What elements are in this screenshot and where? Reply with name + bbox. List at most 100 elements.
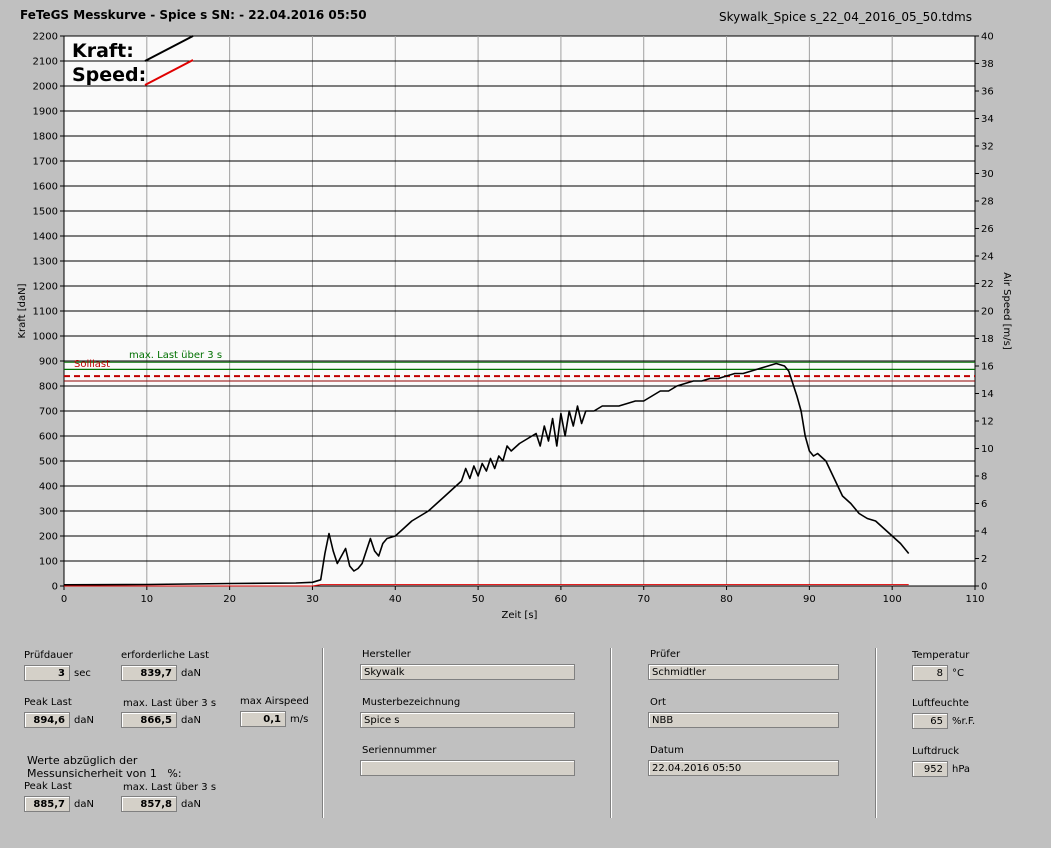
y2-tick-label: 40 <box>981 32 994 43</box>
y-tick-label: 1400 <box>33 232 58 243</box>
pruefdauer-value: 3 <box>24 665 70 681</box>
y-tick-label: 100 <box>39 557 58 568</box>
peak-last-corrected-value: 885,7 <box>24 796 70 812</box>
x-tick-label: 70 <box>637 594 650 605</box>
hersteller-field[interactable]: Skywalk <box>360 664 575 680</box>
temperatur-value: 8 <box>912 665 948 681</box>
x-tick-label: 0 <box>61 594 67 605</box>
max-last-corrected-value: 857,8 <box>121 796 177 812</box>
max-airspeed-unit: m/s <box>290 714 309 725</box>
ort-field[interactable]: NBB <box>648 712 839 728</box>
y2-tick-label: 36 <box>981 87 994 98</box>
max-airspeed-value: 0,1 <box>240 711 286 727</box>
luftfeuchte-value: 65 <box>912 713 948 729</box>
y-tick-label: 1700 <box>33 157 58 168</box>
uncertainty-note: Werte abzüglich der Messunsicherheit von… <box>27 754 182 780</box>
separator <box>610 648 612 818</box>
x-tick-label: 100 <box>883 594 902 605</box>
y-tick-label: 1900 <box>33 107 58 118</box>
solllast-annotation: Solllast <box>74 359 110 370</box>
y-tick-label: 1300 <box>33 257 58 268</box>
x-tick-label: 40 <box>389 594 402 605</box>
separator <box>875 648 877 818</box>
seriennummer-label: Seriennummer <box>362 745 437 756</box>
max-last-unit: daN <box>181 715 201 726</box>
y-tick-label: 900 <box>39 357 58 368</box>
x-tick-label: 50 <box>472 594 485 605</box>
y-tick-label: 300 <box>39 507 58 518</box>
max-last-label: max. Last über 3 s <box>123 698 217 709</box>
max-airspeed-label: max Airspeed <box>240 696 309 707</box>
max-last-annotation: max. Last über 3 s <box>129 350 222 361</box>
datum-field[interactable]: 22.04.2016 05:50 <box>648 760 839 776</box>
x-tick-label: 20 <box>223 594 236 605</box>
max-last-corrected-unit: daN <box>181 799 201 810</box>
y2-tick-label: 22 <box>981 279 994 290</box>
y2-tick-label: 34 <box>981 114 994 125</box>
y2-tick-label: 28 <box>981 197 994 208</box>
peak-last-value: 894,6 <box>24 712 70 728</box>
peak-last-unit: daN <box>74 715 94 726</box>
temperatur-unit: °C <box>952 668 964 679</box>
y2-tick-label: 38 <box>981 59 994 70</box>
luftdruck-label: Luftdruck <box>912 746 960 757</box>
y-tick-label: 2200 <box>33 32 58 43</box>
y-tick-label: 700 <box>39 407 58 418</box>
pruefdauer-label: Prüfdauer <box>24 650 73 661</box>
ort-label: Ort <box>650 697 666 708</box>
pruefer-field[interactable]: Schmidtler <box>648 664 839 680</box>
peak-last-corrected-label: Peak Last <box>24 781 72 792</box>
y2-tick-label: 14 <box>981 389 994 400</box>
erforderliche-last-label: erforderliche Last <box>121 650 210 661</box>
y-tick-label: 400 <box>39 482 58 493</box>
y-tick-label: 500 <box>39 457 58 468</box>
peak-last-label: Peak Last <box>24 697 72 708</box>
x-tick-label: 60 <box>555 594 568 605</box>
y-tick-label: 2100 <box>33 57 58 68</box>
erforderliche-last-unit: daN <box>181 668 201 679</box>
pruefer-label: Prüfer <box>650 649 681 660</box>
erforderliche-last-value: 839,7 <box>121 665 177 681</box>
y-tick-label: 1500 <box>33 207 58 218</box>
peak-last-corrected-unit: daN <box>74 799 94 810</box>
musterbezeichnung-label: Musterbezeichnung <box>362 697 461 708</box>
hersteller-label: Hersteller <box>362 649 411 660</box>
y-tick-label: 1000 <box>33 332 58 343</box>
y-tick-label: 200 <box>39 532 58 543</box>
seriennummer-field[interactable] <box>360 760 575 776</box>
y2-tick-label: 6 <box>981 499 987 510</box>
y2-tick-label: 10 <box>981 444 994 455</box>
y-tick-label: 1600 <box>33 182 58 193</box>
datum-label: Datum <box>650 745 684 756</box>
max-last-corrected-label: max. Last über 3 s <box>123 782 217 793</box>
y-tick-label: 1800 <box>33 132 58 143</box>
x-axis-label: Zeit [s] <box>502 610 538 621</box>
y2-tick-label: 30 <box>981 169 994 180</box>
luftfeuchte-unit: %r.F. <box>952 716 976 727</box>
separator <box>322 648 324 818</box>
x-tick-label: 30 <box>306 594 319 605</box>
y-tick-label: 2000 <box>33 82 58 93</box>
pruefdauer-unit: sec <box>74 668 91 679</box>
x-tick-label: 110 <box>965 594 984 605</box>
legend-label-0: Kraft: <box>72 40 134 62</box>
y2-tick-label: 2 <box>981 554 987 565</box>
y-tick-label: 600 <box>39 432 58 443</box>
luftdruck-unit: hPa <box>952 764 971 775</box>
x-tick-label: 10 <box>140 594 153 605</box>
y-tick-label: 1200 <box>33 282 58 293</box>
y-tick-label: 800 <box>39 382 58 393</box>
y2-tick-label: 8 <box>981 472 987 483</box>
y2-tick-label: 0 <box>981 582 987 593</box>
luftdruck-value: 952 <box>912 761 948 777</box>
legend-label-1: Speed: <box>72 64 146 86</box>
measurement-chart: 0 10 20 30 40 50 60 70 80 90 100 110010020030040050… <box>17 32 1012 622</box>
y2-axis-label: Air Speed [m/s] <box>1001 272 1012 350</box>
musterbezeichnung-field[interactable]: Spice s <box>360 712 575 728</box>
y2-tick-label: 16 <box>981 362 994 373</box>
y2-tick-label: 24 <box>981 252 994 263</box>
y-axis-label: Kraft [daN] <box>17 283 28 338</box>
x-tick-label: 90 <box>803 594 816 605</box>
y-tick-label: 1100 <box>33 307 58 318</box>
y2-tick-label: 18 <box>981 334 994 345</box>
